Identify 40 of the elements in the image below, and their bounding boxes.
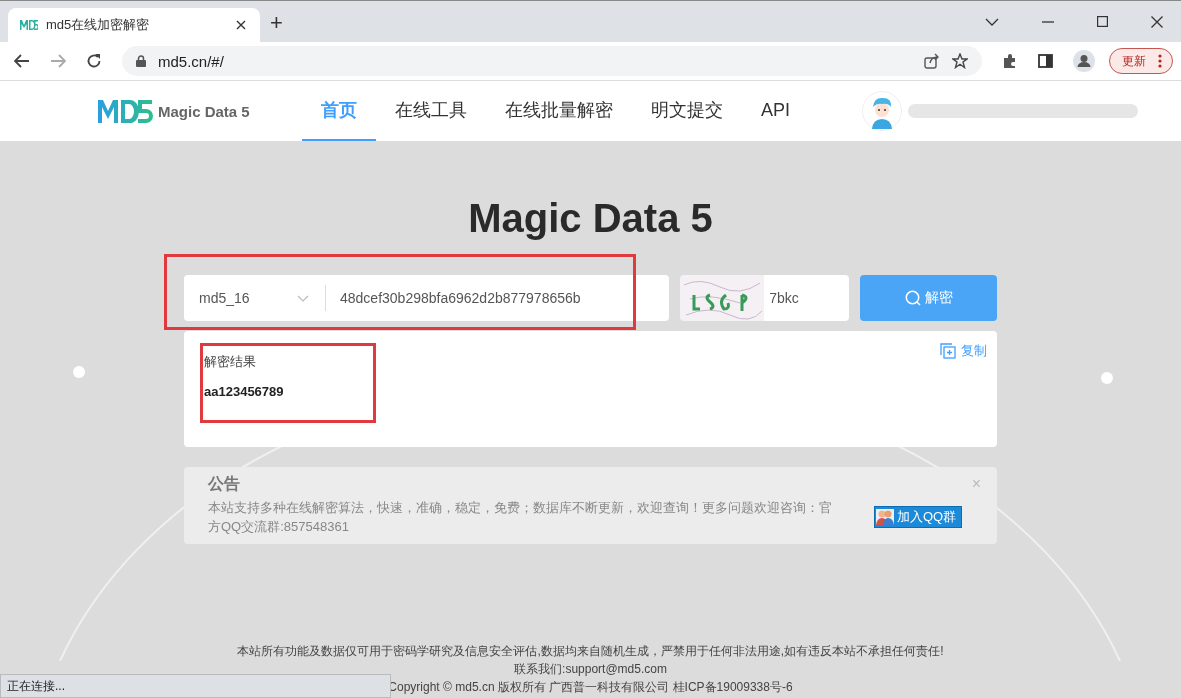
hash-input-field[interactable]: 48dcef30b298bfa6962d2b877978656b [325, 275, 670, 321]
update-button[interactable]: 更新 [1109, 48, 1173, 74]
user-avatar-icon[interactable] [862, 91, 902, 131]
notice-text: 本站支持多种在线解密算法，快速，准确，稳定，免费；数据库不断更新，欢迎查询！更多问题欢迎咨询：官方QQ交流群:857548361 [208, 499, 833, 536]
people-icon [876, 509, 894, 525]
tab-title: md5在线加密解密 [46, 16, 151, 34]
algorithm-dropdown[interactable]: md5_16 [184, 275, 325, 321]
status-bar: 正在连接... [0, 674, 391, 698]
captcha-image[interactable] [680, 275, 765, 321]
logo-text: Magic Data 5 [158, 102, 250, 120]
lock-icon [136, 55, 146, 67]
maximize-icon[interactable] [1097, 16, 1108, 27]
site-logo-icon [20, 19, 38, 31]
browser-tab[interactable]: md5在线加密解密 [8, 8, 260, 42]
hero-title: Magic Data 5 [468, 196, 713, 241]
minimize-icon[interactable] [1042, 20, 1054, 23]
nav-link[interactable]: 在线批量解密 [486, 81, 632, 141]
nav-link[interactable]: API [742, 81, 809, 141]
new-tab-button[interactable]: + [260, 10, 293, 36]
footer-text: 联系我们:support@md5.com [513, 661, 668, 678]
nav-link[interactable]: 在线工具 [376, 81, 486, 141]
copy-plus-icon [940, 343, 956, 359]
close-icon[interactable] [1151, 15, 1163, 28]
star-icon[interactable] [952, 53, 968, 69]
nav-link[interactable]: 明文提交 [632, 81, 742, 141]
address-bar[interactable]: md5.cn/#/ [122, 46, 982, 76]
footer-text: 本站所有功能及数据仅可用于密码学研究及信息安全评估,数据均来自随机生成，严禁用于任何非法用途,如有违反本站不承担任何责任! [237, 643, 944, 660]
close-icon[interactable] [236, 20, 246, 30]
url-text: md5.cn/#/ [158, 52, 224, 70]
join-qq-group-button[interactable]: 加入QQ群 [874, 506, 963, 528]
captcha-input-field[interactable]: 7bkc [764, 275, 850, 321]
more-vertical-icon [1158, 54, 1162, 68]
notice-title: 公告 [208, 474, 241, 494]
search-icon [904, 290, 921, 306]
result-label: 解密结果 [204, 353, 257, 371]
share-icon[interactable] [924, 53, 940, 69]
result-value: aa123456789 [204, 384, 285, 399]
md5-logo-icon[interactable] [96, 97, 154, 125]
chevron-down-icon[interactable] [985, 17, 999, 26]
chevron-down-icon [297, 294, 309, 302]
